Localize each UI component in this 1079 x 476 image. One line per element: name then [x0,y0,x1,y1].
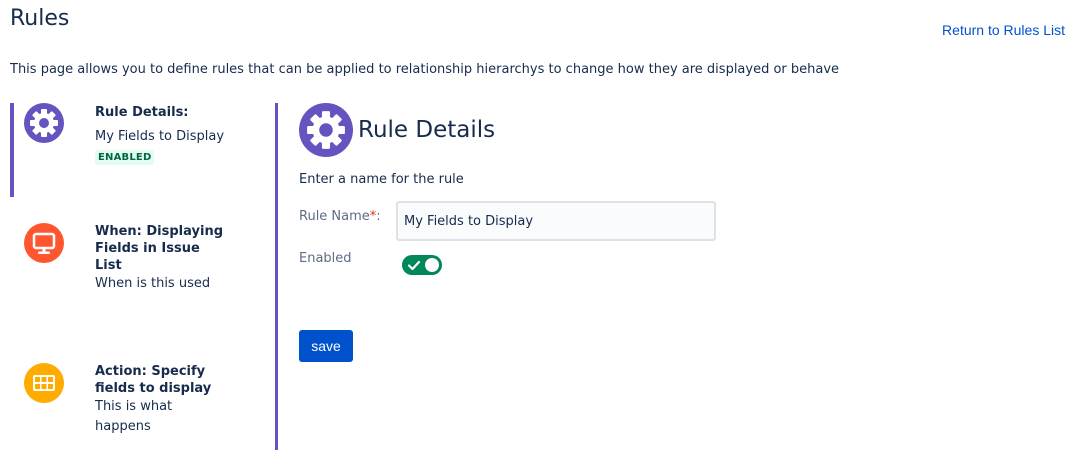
save-button[interactable]: save [299,330,353,362]
step-description: This is what happens [95,399,173,434]
panel-title: Rule Details [358,117,496,143]
rule-steps-sidebar: Rule Details: My Fields to Display ENABL… [10,103,250,443]
gear-icon [299,103,353,157]
table-grid-icon [24,363,64,403]
step-title: When: Displaying Fields in Issue List [95,224,224,273]
toggle-knob [425,258,439,272]
step-action[interactable]: Action: Specify fields to display This i… [10,363,250,443]
monitor-icon [24,223,64,263]
step-rule-details[interactable]: Rule Details: My Fields to Display ENABL… [10,103,250,223]
step-title: Action: Specify fields to display [95,364,212,396]
rule-name-row: Rule Name*: [299,201,1059,241]
page-title: Rules [10,6,70,31]
step-description: When is this used [95,276,211,291]
page-description: This page allows you to define rules tha… [10,62,840,77]
rule-name-label: Rule Name*: [299,209,381,224]
enabled-row: Enabled [299,251,1059,281]
section-divider [275,103,278,450]
status-badge: ENABLED [95,150,155,165]
enabled-label: Enabled [299,251,352,266]
step-title: Rule Details: [95,105,189,120]
check-icon [407,260,421,271]
enabled-toggle[interactable] [402,255,442,275]
rule-details-panel: Rule Details Enter a name for the rule R… [299,103,1059,362]
step-description: My Fields to Display [95,129,225,144]
form-intro: Enter a name for the rule [299,172,464,187]
step-when[interactable]: When: Displaying Fields in Issue List Wh… [10,223,250,363]
return-to-rules-list-link[interactable]: Return to Rules List [942,22,1065,38]
rule-name-input[interactable] [396,201,716,241]
gear-icon [24,103,64,143]
